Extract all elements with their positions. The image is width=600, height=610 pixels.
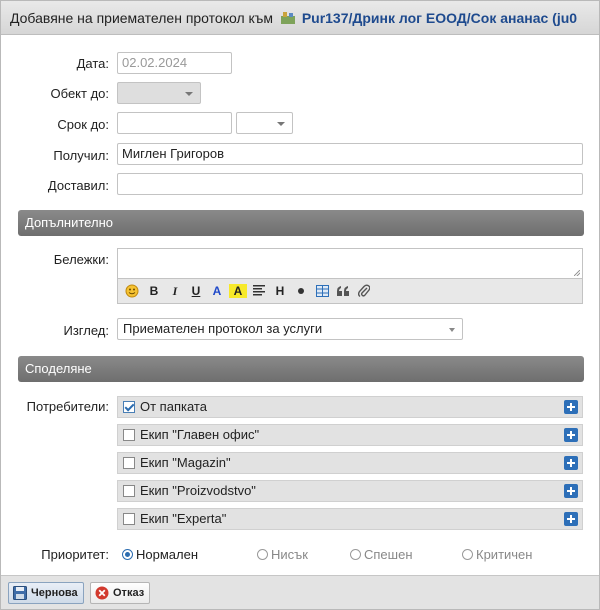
table-icon[interactable]	[313, 282, 331, 300]
save-draft-button[interactable]: Чернова	[8, 582, 84, 604]
checkbox[interactable]	[123, 513, 135, 525]
dialog-titlebar: Добавяне на приемателен протокол към Pur…	[1, 1, 599, 35]
radio-dot[interactable]	[350, 549, 361, 560]
chevron-down-icon	[277, 122, 285, 126]
priority-normal-radio[interactable]: Нормален	[122, 547, 212, 563]
heading-button[interactable]: H	[271, 282, 289, 300]
priority-label: Приоритет:	[41, 547, 109, 562]
add-icon[interactable]	[564, 484, 578, 498]
user-row-label: Екип "Proizvodstvo"	[140, 483, 256, 498]
notes-label: Бележки:	[53, 252, 109, 267]
view-label: Изглед:	[63, 323, 110, 338]
notes-toolbar: B I U A A H	[117, 278, 583, 304]
font-color-button[interactable]: A	[208, 282, 226, 300]
attachment-icon[interactable]	[355, 282, 373, 300]
due-date-field[interactable]	[117, 112, 232, 134]
section-share-header[interactable]: Споделяне	[18, 356, 584, 382]
user-row-experta[interactable]: Екип "Experta"	[117, 508, 583, 530]
deliverer-label: Доставил:	[47, 178, 109, 193]
recipient-field[interactable]: Миглен Григоров	[117, 143, 583, 165]
notes-textarea[interactable]	[117, 248, 583, 278]
date-field[interactable]: 02.02.2024	[117, 52, 232, 74]
dialog-footer: Чернова Отказ	[1, 575, 599, 609]
chevron-down-icon	[185, 92, 193, 96]
priority-low-radio[interactable]: Нисък	[257, 547, 327, 563]
user-row-magazin[interactable]: Екип "Magazin"	[117, 452, 583, 474]
bold-button[interactable]: B	[145, 282, 163, 300]
recipient-label: Получил:	[53, 148, 109, 163]
align-icon[interactable]	[250, 282, 268, 300]
save-draft-label: Чернова	[31, 587, 78, 599]
radio-dot[interactable]	[257, 549, 268, 560]
add-icon[interactable]	[564, 456, 578, 470]
bullet-list-icon[interactable]	[292, 282, 310, 300]
users-label: Потребители:	[26, 399, 109, 414]
deliverer-field[interactable]	[117, 173, 583, 195]
quote-icon[interactable]	[334, 282, 352, 300]
due-label: Срок до:	[57, 117, 109, 132]
priority-option-label: Критичен	[476, 547, 533, 562]
checkbox-checked[interactable]	[123, 401, 135, 413]
user-row-label: Екип "Experta"	[140, 511, 227, 526]
add-icon[interactable]	[564, 400, 578, 414]
priority-critical-radio[interactable]: Критичен	[462, 547, 542, 563]
add-icon[interactable]	[564, 512, 578, 526]
user-row-folder[interactable]: От папката	[117, 396, 583, 418]
priority-option-label: Нисък	[271, 547, 308, 562]
object-label: Обект до:	[50, 86, 109, 101]
user-row-proizvodstvo[interactable]: Екип "Proizvodstvo"	[117, 480, 583, 502]
user-row-label: От папката	[140, 399, 207, 414]
user-row-label: Екип "Главен офис"	[140, 427, 260, 442]
add-icon[interactable]	[564, 428, 578, 442]
floppy-disk-icon	[13, 586, 27, 600]
due-time-select[interactable]	[236, 112, 293, 134]
priority-urgent-radio[interactable]: Спешен	[350, 547, 425, 563]
view-select-value: Приемателен протокол за услуги	[123, 321, 323, 336]
project-icon	[280, 12, 295, 24]
date-label: Дата:	[76, 56, 109, 71]
checkbox[interactable]	[123, 457, 135, 469]
dialog-title: Добавяне на приемателен протокол към	[10, 10, 274, 26]
object-select[interactable]	[117, 82, 201, 104]
emoji-icon[interactable]	[123, 282, 141, 300]
resize-grip-icon[interactable]	[574, 270, 580, 276]
user-row-label: Екип "Magazin"	[140, 455, 231, 470]
checkbox[interactable]	[123, 429, 135, 441]
view-select[interactable]: Приемателен протокол за услуги	[117, 318, 463, 340]
cancel-icon	[95, 586, 109, 600]
radio-dot[interactable]	[462, 549, 473, 560]
priority-option-label: Спешен	[364, 547, 413, 562]
radio-dot[interactable]	[122, 549, 133, 560]
priority-option-label: Нормален	[136, 547, 199, 562]
project-link[interactable]: Pur137/Дринк лог ЕООД/Сок ананас (ju0	[302, 10, 577, 26]
chevron-down-icon	[449, 328, 455, 332]
highlight-button[interactable]: A	[229, 284, 247, 298]
cancel-button[interactable]: Отказ	[90, 582, 151, 604]
italic-button[interactable]: I	[166, 282, 184, 300]
dialog-window: Добавяне на приемателен протокол към Pur…	[0, 0, 600, 610]
section-extra-header[interactable]: Допълнително	[18, 210, 584, 236]
user-row-main-office[interactable]: Екип "Главен офис"	[117, 424, 583, 446]
cancel-label: Отказ	[113, 587, 145, 599]
underline-button[interactable]: U	[187, 282, 205, 300]
checkbox[interactable]	[123, 485, 135, 497]
